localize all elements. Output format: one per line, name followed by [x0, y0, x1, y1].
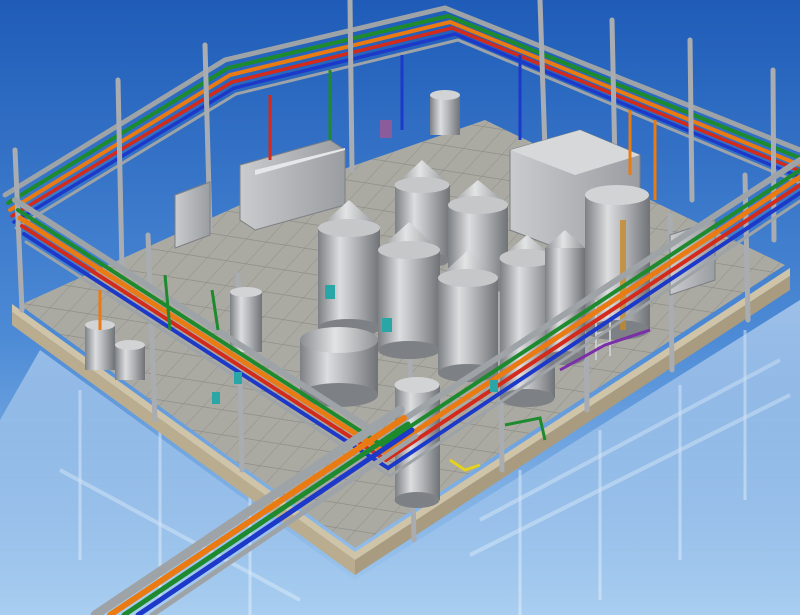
- tank: [545, 230, 585, 365]
- plant-render: [0, 0, 800, 615]
- tank: [300, 327, 378, 407]
- tank: [318, 200, 380, 337]
- tank: [115, 340, 145, 380]
- tank: [430, 90, 460, 135]
- tank: [378, 222, 440, 359]
